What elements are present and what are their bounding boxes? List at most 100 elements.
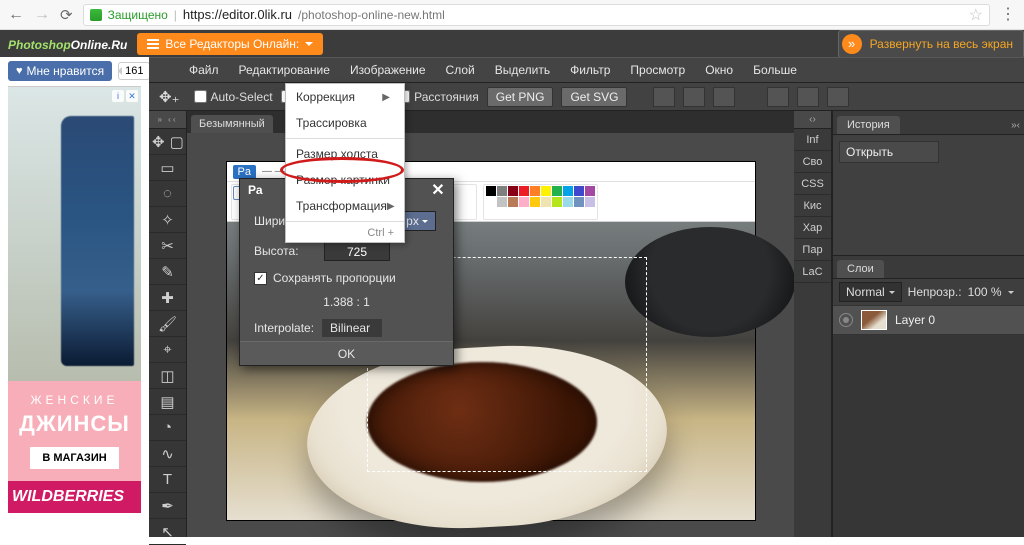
- ad-image: i✕: [8, 86, 141, 381]
- paint-palette: [483, 184, 598, 220]
- tool-blur[interactable]: ◔: [149, 415, 186, 440]
- history-panel: Открыть: [833, 135, 1024, 255]
- menu-item-image-size[interactable]: Размер картинки: [286, 167, 404, 193]
- site-logo[interactable]: PhotoshopOnline.Ru: [8, 37, 127, 51]
- distances-checkbox[interactable]: Расстояния: [397, 90, 479, 104]
- menu-view[interactable]: Просмотр: [620, 57, 695, 83]
- opacity-value[interactable]: 100 %: [968, 285, 1002, 299]
- history-item-open[interactable]: Открыть: [839, 141, 939, 163]
- layer-row[interactable]: Layer 0: [833, 305, 1024, 335]
- tool-eyedrop[interactable]: ✎: [149, 259, 186, 284]
- tool-heal[interactable]: ✚: [149, 285, 186, 310]
- like-count: 161: [118, 62, 150, 80]
- aspect-ratio: 1.388 : 1: [254, 295, 439, 309]
- forward-icon[interactable]: →: [34, 7, 50, 23]
- fullscreen-button[interactable]: » Развернуть на весь экран: [838, 30, 1024, 58]
- menu-filter[interactable]: Фильтр: [560, 57, 620, 83]
- tool-gradient[interactable]: ▤: [149, 389, 186, 414]
- prop-css[interactable]: CSS: [794, 173, 831, 195]
- menu-edit[interactable]: Редактирование: [229, 57, 340, 83]
- move-tool-icon: ✥₊: [153, 88, 186, 106]
- tool-wand[interactable]: ✧: [149, 207, 186, 232]
- blend-mode-select[interactable]: Normal: [839, 282, 902, 302]
- tool-artboard[interactable]: ▢: [168, 129, 187, 154]
- prop-inf[interactable]: Inf: [794, 129, 831, 151]
- all-editors-label: Все Редакторы Онлайн:: [165, 37, 299, 51]
- history-handle[interactable]: »‹: [900, 116, 1024, 134]
- expand-icon: »: [842, 34, 862, 54]
- tool-stamp[interactable]: ⌖: [149, 337, 186, 362]
- layers-tab[interactable]: Слои: [837, 260, 884, 278]
- menu-window[interactable]: Окно: [695, 57, 743, 83]
- prop-har[interactable]: Хар: [794, 217, 831, 239]
- layer-visibility-icon[interactable]: [839, 313, 853, 327]
- back-icon[interactable]: ←: [8, 7, 24, 23]
- tool-lasso[interactable]: ◌: [149, 181, 186, 206]
- layer-thumb: [861, 310, 887, 330]
- tool-liquify[interactable]: ∿: [149, 441, 186, 466]
- get-svg-button[interactable]: Get SVG: [561, 87, 627, 107]
- browser-menu-icon[interactable]: ⋮: [1000, 7, 1016, 23]
- menu-more[interactable]: Больше: [743, 57, 807, 83]
- secure-label: Защищено: [108, 8, 168, 22]
- ad-text-2: ДЖИНСЫ: [12, 411, 137, 437]
- ad-close-icon[interactable]: ✕: [126, 90, 138, 102]
- auto-select-checkbox[interactable]: Auto-Select: [194, 90, 273, 104]
- dialog-title: Ра: [248, 183, 263, 197]
- ad-cta[interactable]: В МАГАЗИН: [30, 447, 118, 469]
- menu-item-transform[interactable]: Трансформация▶: [286, 193, 404, 219]
- menu-select[interactable]: Выделить: [485, 57, 560, 83]
- dist-button-3[interactable]: [827, 87, 849, 107]
- paint-color2: [451, 184, 477, 220]
- keep-ratio-checkbox[interactable]: ✓Сохранять пропорции: [254, 271, 439, 285]
- menu-item-trace[interactable]: Трассировка: [286, 110, 404, 136]
- menu-layer[interactable]: Слой: [436, 57, 485, 83]
- get-png-button[interactable]: Get PNG: [487, 87, 554, 107]
- tool-path[interactable]: ↖: [149, 519, 186, 544]
- align-button-3[interactable]: [713, 87, 735, 107]
- menu-item-canvas-size[interactable]: Размер холста: [286, 141, 404, 167]
- prop-svo[interactable]: Сво: [794, 151, 831, 173]
- layer-name[interactable]: Layer 0: [895, 313, 935, 327]
- menu-file[interactable]: Файл: [179, 57, 229, 83]
- address-bar[interactable]: Защищено | https://editor.0lik.ru/photos…: [83, 4, 990, 26]
- bookmark-star-icon[interactable]: ☆: [969, 5, 983, 25]
- tool-marquee[interactable]: ▭: [149, 155, 186, 180]
- interpolate-select[interactable]: Bilinear: [322, 319, 382, 337]
- hamburger-icon: [147, 37, 159, 51]
- opacity-label: Непрозр.:: [908, 285, 962, 299]
- like-button[interactable]: Мне нравится: [8, 61, 112, 81]
- menu-image[interactable]: Изображение: [340, 57, 436, 83]
- height-label: Высота:: [254, 244, 316, 258]
- tool-type[interactable]: T: [149, 467, 186, 492]
- props-handle[interactable]: ‹›: [794, 111, 831, 129]
- url-path: /photoshop-online-new.html: [298, 8, 445, 22]
- tool-crop[interactable]: ✂: [149, 233, 186, 258]
- toolbox-handle[interactable]: » ‹‹: [149, 111, 186, 129]
- dialog-close-icon[interactable]: ✕: [429, 182, 447, 200]
- tool-brush[interactable]: 🖌: [149, 311, 186, 336]
- document-tab[interactable]: Безымянный: [191, 115, 273, 133]
- tool-pen[interactable]: ✒: [149, 493, 186, 518]
- prop-par[interactable]: Пар: [794, 239, 831, 261]
- height-input[interactable]: 725: [324, 241, 390, 261]
- dist-button-1[interactable]: [767, 87, 789, 107]
- history-tab[interactable]: История: [837, 116, 900, 134]
- dist-button-2[interactable]: [797, 87, 819, 107]
- tool-move[interactable]: ✥: [149, 129, 168, 154]
- prop-lac[interactable]: LaC: [794, 261, 831, 283]
- align-button-2[interactable]: [683, 87, 705, 107]
- ok-button[interactable]: OK: [240, 341, 453, 365]
- tool-erase[interactable]: ◫: [149, 363, 186, 388]
- ad-info-icon[interactable]: i: [112, 90, 124, 102]
- menu-bar: Файл Редактирование Изображение Слой Выд…: [149, 57, 1024, 83]
- ad-brand: WILDBERRIES: [8, 481, 141, 513]
- menu-shortcut: Ctrl +: [286, 224, 404, 242]
- menu-item-correction[interactable]: Коррекция▶: [286, 84, 404, 110]
- ad-sidebar[interactable]: i✕ ЖЕНСКИЕ ДЖИНСЫ В МАГАЗИН WILDBERRIES: [8, 86, 141, 531]
- reload-icon[interactable]: ⟳: [60, 6, 73, 24]
- align-button-1[interactable]: [653, 87, 675, 107]
- prop-kis[interactable]: Кис: [794, 195, 831, 217]
- all-editors-dropdown[interactable]: Все Редакторы Онлайн:: [137, 33, 323, 55]
- ad-text-1: ЖЕНСКИЕ: [12, 393, 137, 407]
